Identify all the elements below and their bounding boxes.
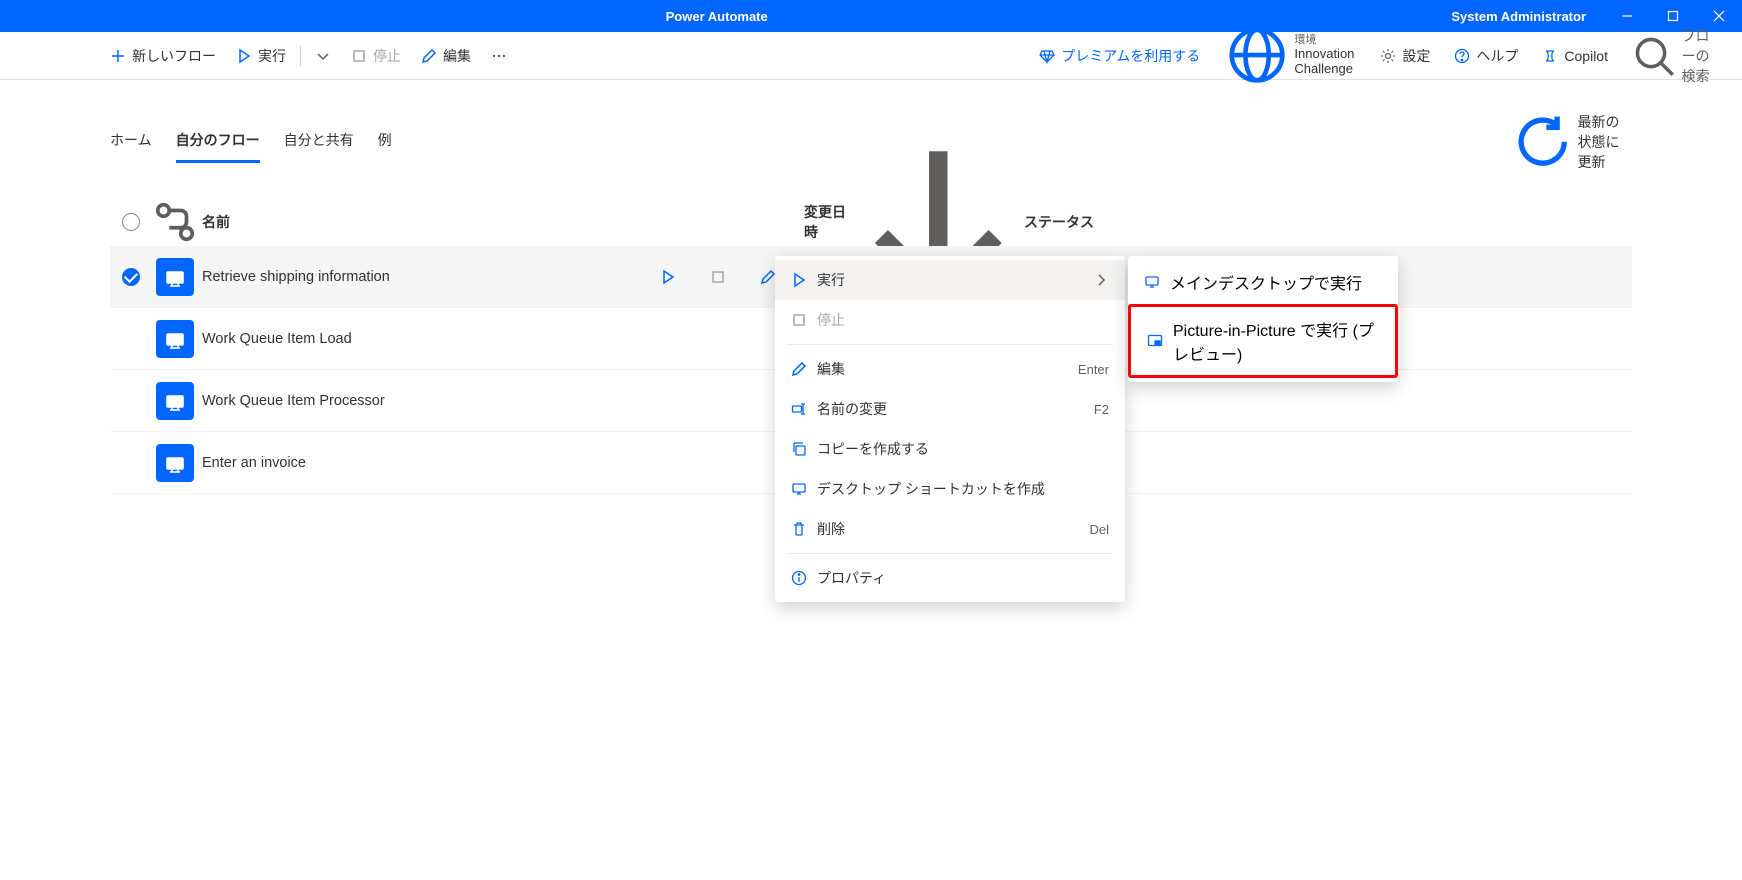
env-label: 環境 (1294, 34, 1354, 47)
flow-name: Enter an invoice (202, 455, 306, 471)
header-status[interactable]: ステータス (1024, 212, 1632, 232)
menu-edit[interactable]: 編集 Enter (775, 349, 1125, 389)
rename-icon (791, 401, 807, 417)
menu-stop: 停止 (775, 300, 1125, 340)
table-header: 名前 変更日時 ステータス (110, 198, 1632, 246)
menu-delete[interactable]: 削除 Del (775, 509, 1125, 549)
row-stop-icon (710, 269, 726, 285)
new-flow-button[interactable]: 新しいフロー (100, 40, 226, 72)
chevron-down-icon (315, 48, 331, 64)
run-label: 実行 (258, 46, 286, 66)
edit-label: 編集 (443, 46, 471, 66)
env-name: Innovation Challenge (1294, 47, 1354, 77)
settings-label: 設定 (1402, 46, 1430, 66)
run-submenu: メインデスクトップで実行 Picture-in-Picture で実行 (プレビ… (1128, 256, 1398, 382)
help-label: ヘルプ (1476, 46, 1518, 66)
diamond-icon (1039, 48, 1055, 64)
copilot-icon (1542, 48, 1558, 64)
menu-divider (787, 344, 1113, 345)
stop-label: 停止 (373, 46, 401, 66)
info-icon (791, 570, 807, 586)
menu-divider (787, 553, 1113, 554)
stop-icon (791, 312, 807, 328)
copilot-label: Copilot (1564, 48, 1608, 64)
premium-button[interactable]: プレミアムを利用する (1029, 40, 1210, 72)
trash-icon (791, 521, 807, 537)
more-button[interactable] (481, 42, 517, 70)
flow-name: Retrieve shipping information (202, 269, 390, 285)
copilot-button[interactable]: Copilot (1532, 42, 1618, 70)
menu-rename[interactable]: 名前の変更 F2 (775, 389, 1125, 429)
run-dropdown-button[interactable] (305, 42, 341, 70)
stop-icon (351, 48, 367, 64)
tab-examples[interactable]: 例 (378, 122, 392, 162)
search-placeholder: フローの検索 (1681, 26, 1722, 86)
flow-icon (156, 320, 194, 358)
flow-icon (156, 382, 194, 420)
settings-button[interactable]: 設定 (1370, 40, 1440, 72)
header-name[interactable]: 名前 (198, 212, 804, 232)
toolbar: 新しいフロー 実行 停止 編集 プレミアムを利用する 環境 Innovation… (0, 32, 1742, 80)
separator (300, 46, 301, 66)
flow-icon (156, 258, 194, 296)
menu-desktop-shortcut[interactable]: デスクトップ ショートカットを作成 (775, 469, 1125, 509)
menu-copy[interactable]: コピーを作成する (775, 429, 1125, 469)
flow-name: Work Queue Item Processor (202, 393, 385, 409)
flow-header-icon (152, 199, 198, 245)
refresh-icon (1514, 113, 1571, 170)
help-button[interactable]: ヘルプ (1444, 40, 1528, 72)
desktop-icon (791, 481, 807, 497)
play-icon (236, 48, 252, 64)
tab-shared[interactable]: 自分と共有 (284, 122, 354, 162)
desktop-icon (1144, 274, 1160, 290)
row-edit-icon[interactable] (760, 269, 776, 285)
environment-picker[interactable]: 環境 Innovation Challenge (1214, 20, 1366, 90)
context-menu: 実行 停止 編集 Enter 名前の変更 F2 コピーを作成する デスクトップ … (775, 256, 1125, 602)
select-all-checkbox[interactable] (122, 213, 140, 231)
flow-name: Work Queue Item Load (202, 331, 352, 347)
flow-icon (156, 444, 194, 482)
globe-icon (1226, 24, 1288, 86)
pencil-icon (421, 48, 437, 64)
premium-label: プレミアムを利用する (1061, 46, 1200, 66)
stop-button: 停止 (341, 40, 411, 72)
search-box[interactable]: フローの検索 (1622, 20, 1732, 92)
row-checkbox[interactable] (122, 268, 140, 286)
gear-icon (1380, 48, 1396, 64)
refresh-label: 最新の状態に更新 (1577, 112, 1632, 172)
edit-button[interactable]: 編集 (411, 40, 481, 72)
copy-icon (791, 441, 807, 457)
row-run-icon[interactable] (660, 269, 676, 285)
chevron-right-icon (1093, 272, 1109, 288)
menu-run[interactable]: 実行 (775, 260, 1125, 300)
pip-icon (1147, 333, 1163, 349)
tab-home[interactable]: ホーム (110, 122, 152, 162)
tab-my-flows[interactable]: 自分のフロー (176, 122, 260, 162)
menu-properties[interactable]: プロパティ (775, 558, 1125, 598)
help-icon (1454, 48, 1470, 64)
submenu-main-desktop[interactable]: メインデスクトップで実行 (1128, 260, 1398, 304)
pencil-icon (791, 361, 807, 377)
play-icon (791, 272, 807, 288)
new-flow-label: 新しいフロー (132, 46, 216, 66)
submenu-picture-in-picture[interactable]: Picture-in-Picture で実行 (プレビュー) (1128, 304, 1398, 378)
run-button[interactable]: 実行 (226, 40, 296, 72)
more-icon (491, 48, 507, 64)
search-icon (1632, 34, 1675, 77)
refresh-button[interactable]: 最新の状態に更新 (1514, 112, 1632, 172)
plus-icon (110, 48, 126, 64)
